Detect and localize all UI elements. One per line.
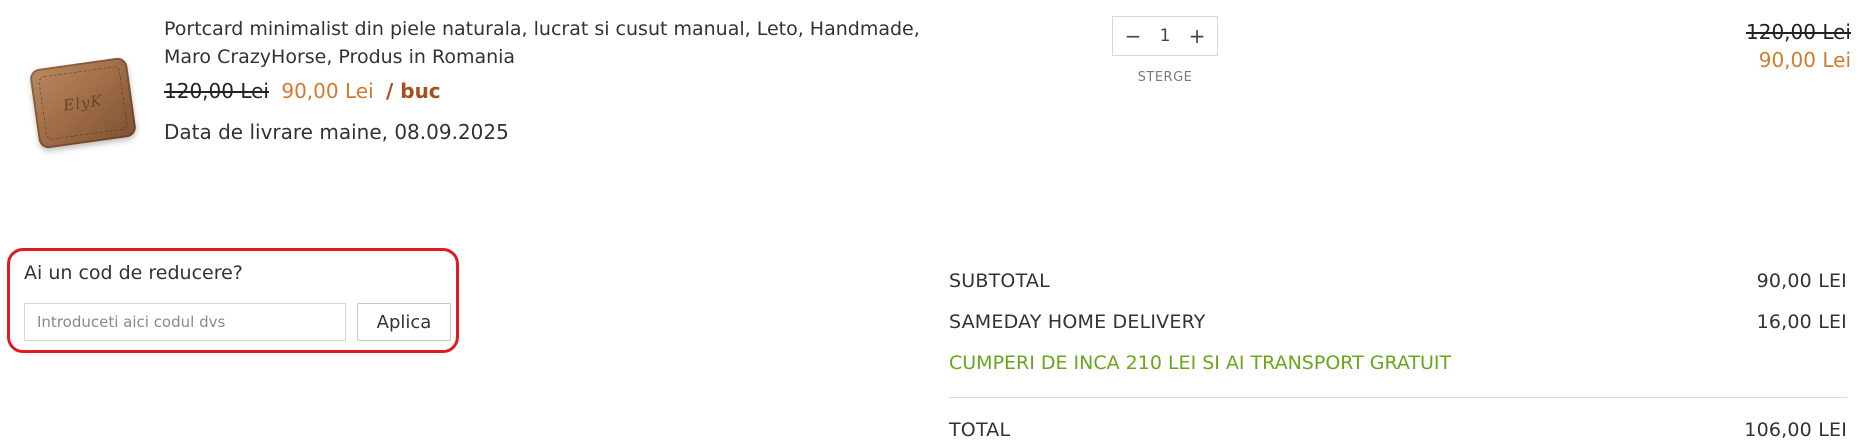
remove-item-link[interactable]: STERGE [1112,70,1218,85]
brand-mark: ElyK [62,90,104,115]
increase-quantity-button[interactable]: + [1187,26,1207,46]
line-total: 120,00 Lei 90,00 Lei [1746,18,1851,74]
old-unit-price: 120,00 Lei [164,79,269,103]
total-label: TOTAL [949,418,1011,441]
line-sale-total: 90,00 Lei [1758,48,1851,72]
decrease-quantity-button[interactable]: − [1123,26,1143,46]
quantity-stepper: − 1 + [1112,16,1218,56]
line-old-total: 120,00 Lei [1746,20,1851,44]
subtotal-value: 90,00 LEI [1756,269,1847,292]
product-title[interactable]: Portcard minimalist din piele naturala, … [164,15,934,71]
total-row: TOTAL 106,00 LEI [949,409,1847,441]
unit-price: 120,00 Lei 90,00 Lei / buc [164,78,441,104]
unit-suffix: / buc [385,79,441,103]
cart-page: ElyK Portcard minimalist din piele natur… [0,0,1863,441]
coupon-section: Ai un cod de reducere? Aplica [7,248,459,353]
leather-wallet-image: ElyK [28,56,138,149]
apply-coupon-button[interactable]: Aplica [357,303,451,341]
subtotal-row: SUBTOTAL 90,00 LEI [949,260,1847,301]
shipping-label: SAMEDAY HOME DELIVERY [949,310,1206,333]
totals-divider [949,397,1847,398]
sale-unit-price: 90,00 Lei [281,79,374,103]
order-totals: SUBTOTAL 90,00 LEI SAMEDAY HOME DELIVERY… [949,260,1847,441]
shipping-row: SAMEDAY HOME DELIVERY 16,00 LEI [949,301,1847,342]
coupon-code-input[interactable] [24,303,346,341]
total-value: 106,00 LEI [1744,418,1847,441]
delivery-date: Data de livrare maine, 08.09.2025 [164,120,509,144]
free-shipping-notice: CUMPERI DE INCA 210 LEI SI AI TRANSPORT … [949,351,1452,374]
quantity-value[interactable]: 1 [1160,26,1171,46]
product-thumbnail[interactable]: ElyK [20,0,146,205]
shipping-value: 16,00 LEI [1756,310,1847,333]
coupon-label: Ai un cod de reducere? [24,262,243,284]
subtotal-label: SUBTOTAL [949,269,1050,292]
